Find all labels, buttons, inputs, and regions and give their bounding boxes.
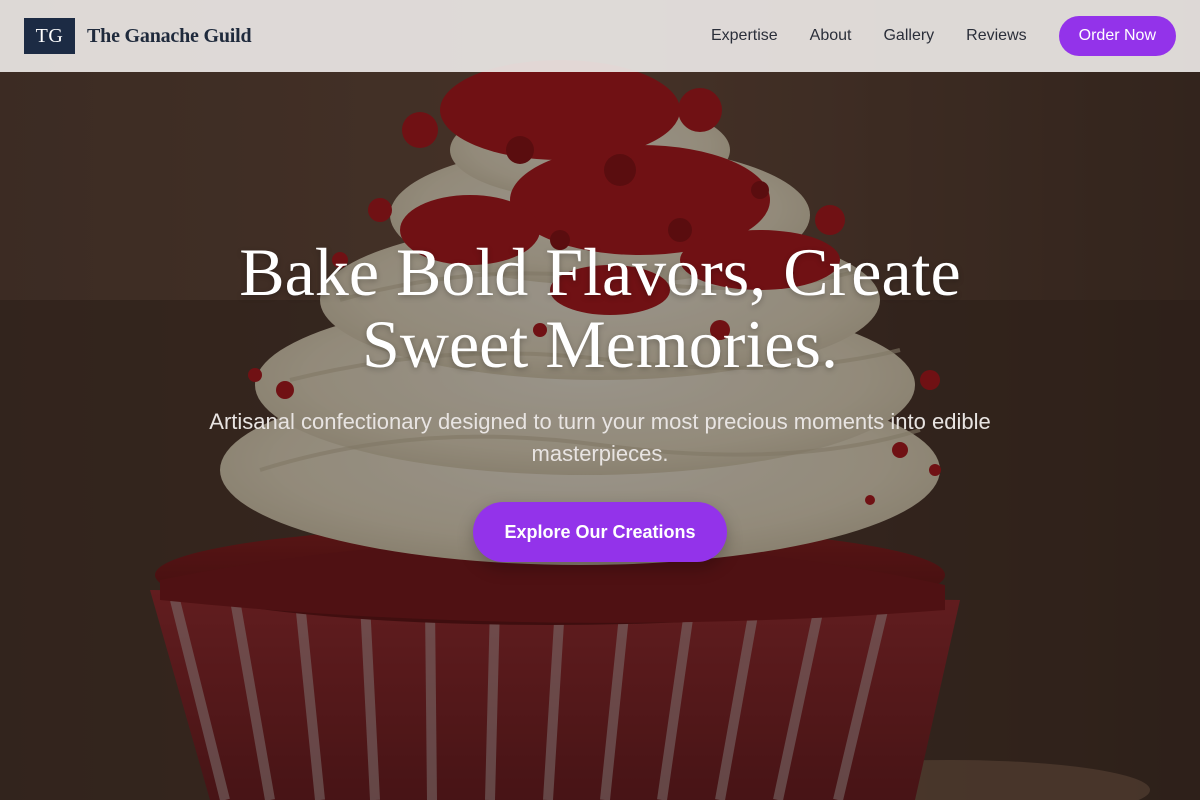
brand-name: The Ganache Guild [87, 24, 252, 47]
hero-title: Bake Bold Flavors, Create Sweet Memories… [239, 234, 961, 382]
explore-creations-button[interactable]: Explore Our Creations [473, 502, 727, 562]
nav-link-reviews[interactable]: Reviews [966, 27, 1026, 45]
brand-logo-link[interactable]: TG The Ganache Guild [24, 18, 252, 54]
nav-links: Expertise About Gallery Reviews Order No… [679, 16, 1176, 56]
nav-link-about[interactable]: About [810, 27, 852, 45]
hero-subtitle: Artisanal confectionary designed to turn… [209, 409, 991, 466]
order-now-button[interactable]: Order Now [1058, 16, 1176, 56]
nav-link-gallery[interactable]: Gallery [883, 27, 934, 45]
brand-initials-logo: TG [24, 18, 75, 54]
nav-link-expertise[interactable]: Expertise [711, 27, 778, 45]
top-navbar: TG The Ganache Guild Expertise About Gal… [0, 0, 1200, 72]
hero-content: Bake Bold Flavors, Create Sweet Memories… [0, 236, 1200, 562]
